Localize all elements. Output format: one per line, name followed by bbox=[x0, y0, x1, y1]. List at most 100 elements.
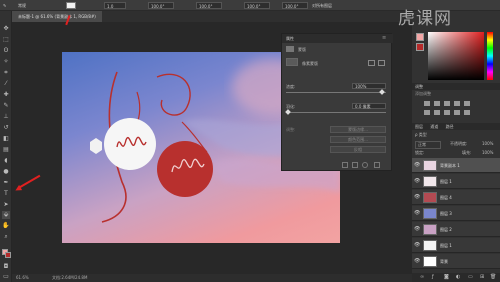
mode-label[interactable]: 常规 bbox=[18, 2, 26, 9]
density-field[interactable]: 100% bbox=[352, 83, 386, 89]
channels-tab[interactable]: 通道 bbox=[430, 124, 438, 129]
quick-mask-icon[interactable]: ◘ bbox=[2, 263, 10, 271]
field-1[interactable]: 100.0° bbox=[148, 2, 174, 9]
fx-icon[interactable]: ƒ bbox=[432, 274, 434, 280]
paths-tab[interactable]: 路径 bbox=[446, 124, 454, 129]
field-4[interactable]: 100.0° bbox=[282, 2, 308, 9]
dodge-tool-icon[interactable]: ● bbox=[2, 168, 10, 176]
layer-name[interactable]: 背景 bbox=[440, 254, 448, 269]
vector-mask-icon[interactable] bbox=[378, 60, 385, 66]
exposure-icon bbox=[454, 101, 460, 106]
eye-icon[interactable]: 👁 bbox=[414, 258, 420, 264]
add-mask-icon[interactable]: ◙ bbox=[444, 274, 449, 280]
eyedropper-icon[interactable]: ⁄ bbox=[2, 80, 10, 88]
layers-list: 👁 背景副本 1 👁 图层 1 👁 图层 4 👁 图层 3 👁 图层 2 👁 图层 1 👁 背景 bbox=[412, 158, 500, 270]
move-tool-icon[interactable]: ✥ bbox=[2, 25, 10, 33]
select-mask-icon[interactable] bbox=[368, 60, 375, 66]
layer-name[interactable]: 图层 3 bbox=[440, 206, 452, 221]
channel-mixer-icon bbox=[464, 110, 470, 115]
toggle-mask-icon[interactable] bbox=[362, 162, 368, 168]
magic-wand-icon[interactable]: ✧ bbox=[2, 58, 10, 66]
zoom-readout[interactable]: 61.6% bbox=[16, 274, 29, 282]
properties-panel: 属性 ≡ 蒙版 像素蒙版 浓度: 100% 羽化: 0.0 像素 调整: 蒙版边… bbox=[281, 33, 393, 171]
blend-mode-select[interactable]: 正常 bbox=[415, 141, 441, 149]
layer-row[interactable]: 👁 图层 1 bbox=[412, 174, 500, 189]
layers-footer: ∞ ƒ ◙ ◐ ▭ ⊞ 🗑 bbox=[412, 273, 500, 282]
field-2[interactable]: 100.0° bbox=[196, 2, 222, 9]
layer-row[interactable]: 👁 背景 bbox=[412, 254, 500, 269]
panel-menu-icon[interactable]: ≡ bbox=[382, 35, 386, 41]
eye-icon[interactable]: 👁 bbox=[414, 242, 420, 248]
blur-tool-icon[interactable]: ◖ bbox=[2, 157, 10, 165]
hand-tool-icon[interactable]: ✋ bbox=[2, 222, 10, 230]
new-group-icon[interactable]: ▭ bbox=[468, 274, 473, 280]
new-adjustment-icon[interactable]: ◐ bbox=[456, 274, 460, 280]
feather-slider[interactable] bbox=[286, 112, 386, 113]
invert-button[interactable]: 反相 bbox=[330, 146, 386, 153]
eraser-tool-icon[interactable]: ◧ bbox=[2, 135, 10, 143]
feather-slider-handle[interactable] bbox=[285, 109, 291, 115]
background-color[interactable] bbox=[5, 252, 11, 258]
link-layers-icon[interactable]: ∞ bbox=[420, 274, 424, 280]
lock-label: 锁定: bbox=[415, 150, 425, 155]
apply-mask-icon[interactable] bbox=[352, 162, 358, 168]
layer-kind-filter[interactable]: ρ 类型 bbox=[415, 132, 427, 138]
history-brush-icon[interactable]: ↺ bbox=[2, 124, 10, 132]
crop-tool-icon[interactable]: ⌗ bbox=[2, 69, 10, 77]
mask-edge-button[interactable]: 蒙版边缘... bbox=[330, 126, 386, 133]
layer-row[interactable]: 👁 图层 3 bbox=[412, 206, 500, 221]
healing-brush-icon[interactable]: ✚ bbox=[2, 91, 10, 99]
color-swatch[interactable] bbox=[66, 2, 76, 9]
delete-layer-icon[interactable]: 🗑 bbox=[490, 274, 496, 280]
density-slider-handle[interactable] bbox=[379, 89, 385, 95]
new-layer-icon[interactable]: ⊞ bbox=[480, 274, 484, 280]
fg-color-chip[interactable] bbox=[416, 33, 424, 41]
layers-panel-header: 图层 通道 路径 bbox=[412, 123, 500, 130]
layer-name[interactable]: 背景副本 1 bbox=[440, 158, 460, 173]
properties-title[interactable]: 属性 bbox=[282, 34, 393, 43]
layers-tab[interactable]: 图层 bbox=[415, 124, 423, 129]
layer-opacity-value[interactable]: 100% bbox=[482, 141, 493, 146]
delete-mask-icon[interactable] bbox=[374, 162, 380, 168]
path-select-icon[interactable]: ➤ bbox=[2, 201, 10, 209]
adjust-tab[interactable]: 调整 bbox=[415, 84, 423, 89]
density-slider[interactable] bbox=[286, 92, 386, 93]
layer-name[interactable]: 图层 4 bbox=[440, 190, 452, 205]
gradient-tool-icon[interactable]: ▤ bbox=[2, 146, 10, 154]
pen-tool-icon[interactable]: ✒ bbox=[2, 179, 10, 187]
layer-name[interactable]: 图层 1 bbox=[440, 238, 452, 253]
opacity-field[interactable]: 1.0 bbox=[104, 2, 126, 9]
field-3[interactable]: 100.0° bbox=[244, 2, 270, 9]
eye-icon[interactable]: 👁 bbox=[414, 210, 420, 216]
feather-field[interactable]: 0.0 像素 bbox=[352, 103, 386, 109]
clone-stamp-icon[interactable]: ⊥ bbox=[2, 113, 10, 121]
eye-icon[interactable]: 👁 bbox=[414, 194, 420, 200]
layer-row[interactable]: 👁 图层 1 bbox=[412, 238, 500, 253]
lasso-tool-icon[interactable]: ʘ bbox=[2, 47, 10, 55]
status-bar: 61.6% 文档:2.64M/24.8M bbox=[12, 274, 412, 282]
eye-icon[interactable]: 👁 bbox=[414, 178, 420, 184]
type-tool-icon[interactable]: T bbox=[2, 190, 10, 198]
brush-tool-icon[interactable]: ✎ bbox=[3, 2, 6, 9]
load-selection-icon[interactable] bbox=[342, 162, 348, 168]
screen-mode-icon[interactable]: ▭ bbox=[2, 273, 10, 281]
bg-color-chip[interactable] bbox=[416, 43, 424, 51]
layer-name[interactable]: 图层 1 bbox=[440, 174, 452, 189]
all-layers-checkbox[interactable]: 对所有图层 bbox=[312, 2, 332, 9]
zoom-tool-icon[interactable]: ⌕ bbox=[2, 233, 10, 241]
layer-row[interactable]: 👁 图层 2 bbox=[412, 222, 500, 237]
color-field[interactable] bbox=[428, 32, 484, 80]
brush-tool-icon[interactable]: ✎ bbox=[2, 102, 10, 110]
paint-bucket-icon[interactable]: ⬙ bbox=[2, 211, 10, 219]
eye-icon[interactable]: 👁 bbox=[414, 226, 420, 232]
document-tab[interactable]: 未标题-1 @ 61.6% (背景副本 1, RGB/8#) bbox=[12, 11, 102, 22]
eye-icon[interactable]: 👁 bbox=[414, 162, 420, 168]
watermark-logo: 虎课网 bbox=[398, 6, 498, 32]
layer-row[interactable]: 👁 背景副本 1 bbox=[412, 158, 500, 173]
layer-row[interactable]: 👁 图层 4 bbox=[412, 190, 500, 205]
color-range-button[interactable]: 颜色范围... bbox=[330, 136, 386, 143]
fill-value[interactable]: 100% bbox=[482, 150, 493, 155]
marquee-tool-icon[interactable]: ⬚ bbox=[2, 36, 10, 44]
layer-name[interactable]: 图层 2 bbox=[440, 222, 452, 237]
hue-slider[interactable] bbox=[487, 32, 493, 80]
